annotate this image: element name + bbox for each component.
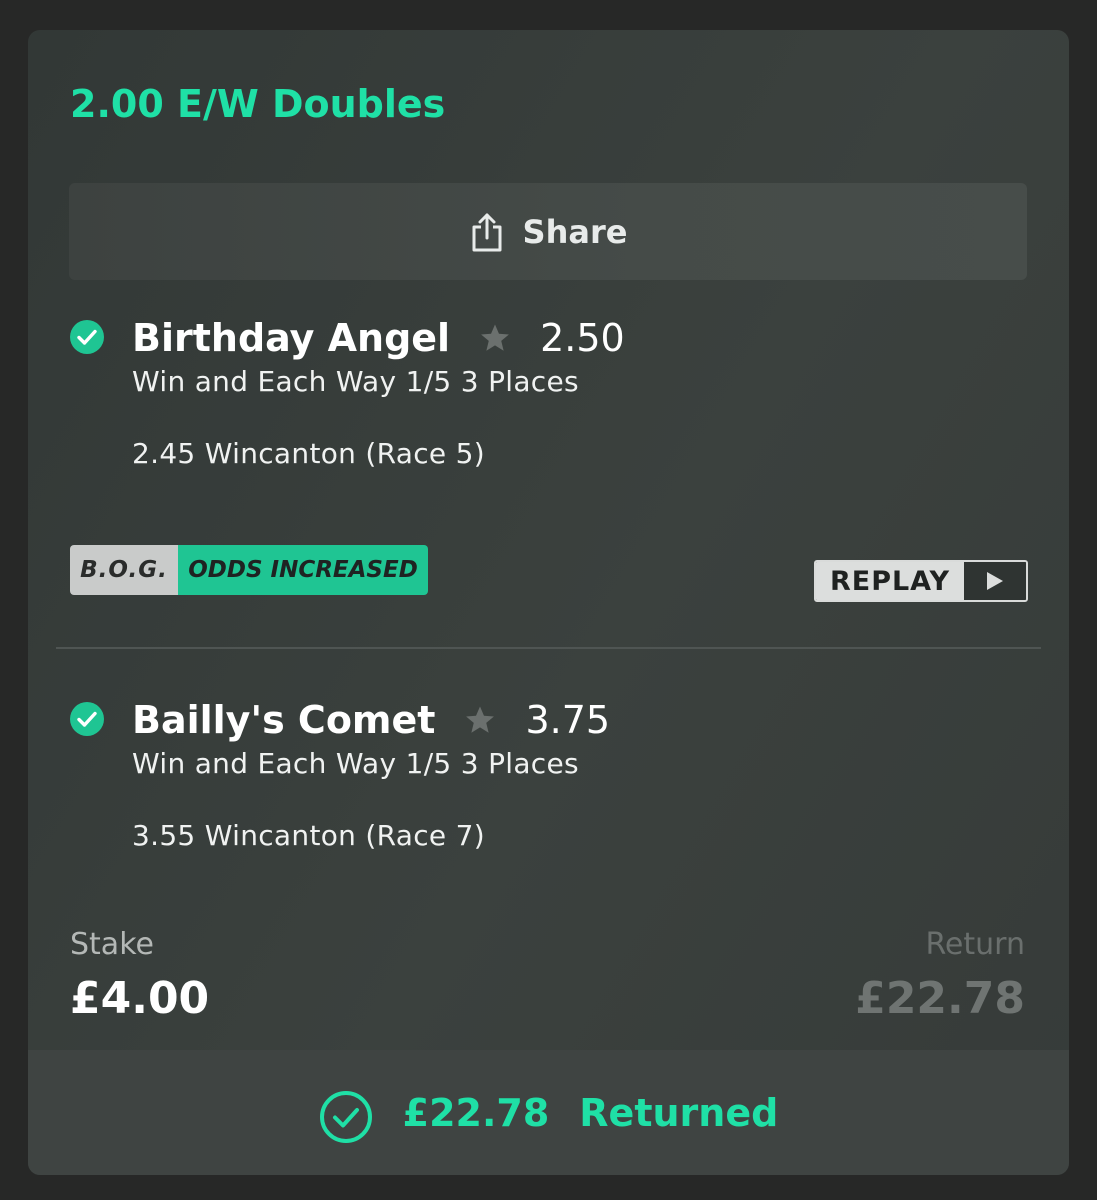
runner-name: Birthday Angel [132,316,451,360]
stake-label: Stake [70,927,154,962]
odds-value: 2.50 [540,316,625,360]
returned-footer: £22.78 Returned [28,1050,1069,1175]
odds-value: 3.75 [525,698,611,742]
star-icon[interactable] [478,321,512,355]
selection-divider [56,647,1041,649]
returned-status: Returned [579,1090,779,1135]
share-label: Share [522,212,628,251]
share-button[interactable]: Share [69,183,1027,280]
check-circle-outline-icon [319,1090,373,1144]
replay-button[interactable]: REPLAY [814,560,1028,602]
bet-title: 2.00 E/W Doubles [70,82,446,126]
return-value: £22.78 [855,973,1025,1024]
replay-label: REPLAY [816,562,964,600]
promo-badges: B.O.G. ODDS INCREASED [70,545,428,595]
check-circle-icon [69,701,105,737]
star-icon[interactable] [463,703,497,737]
market-description: Win and Each Way 1/5 3 Places [132,365,579,398]
market-description: Win and Each Way 1/5 3 Places [132,747,579,780]
returned-amount: £22.78 [402,1090,550,1135]
bog-badge: B.O.G. [70,545,178,595]
event-description: 3.55 Wincanton (Race 7) [132,819,485,852]
bet-card: 2.00 E/W Doubles Share Birthday Angel 2.… [28,30,1069,1175]
runner-name: Bailly's Comet [132,698,436,742]
event-description: 2.45 Wincanton (Race 5) [132,437,485,470]
stake-value: £4.00 [70,973,210,1024]
check-circle-icon [69,319,105,355]
play-icon [964,562,1026,600]
return-label: Return [925,927,1025,962]
odds-increased-badge: ODDS INCREASED [178,545,428,595]
share-icon [469,211,505,253]
